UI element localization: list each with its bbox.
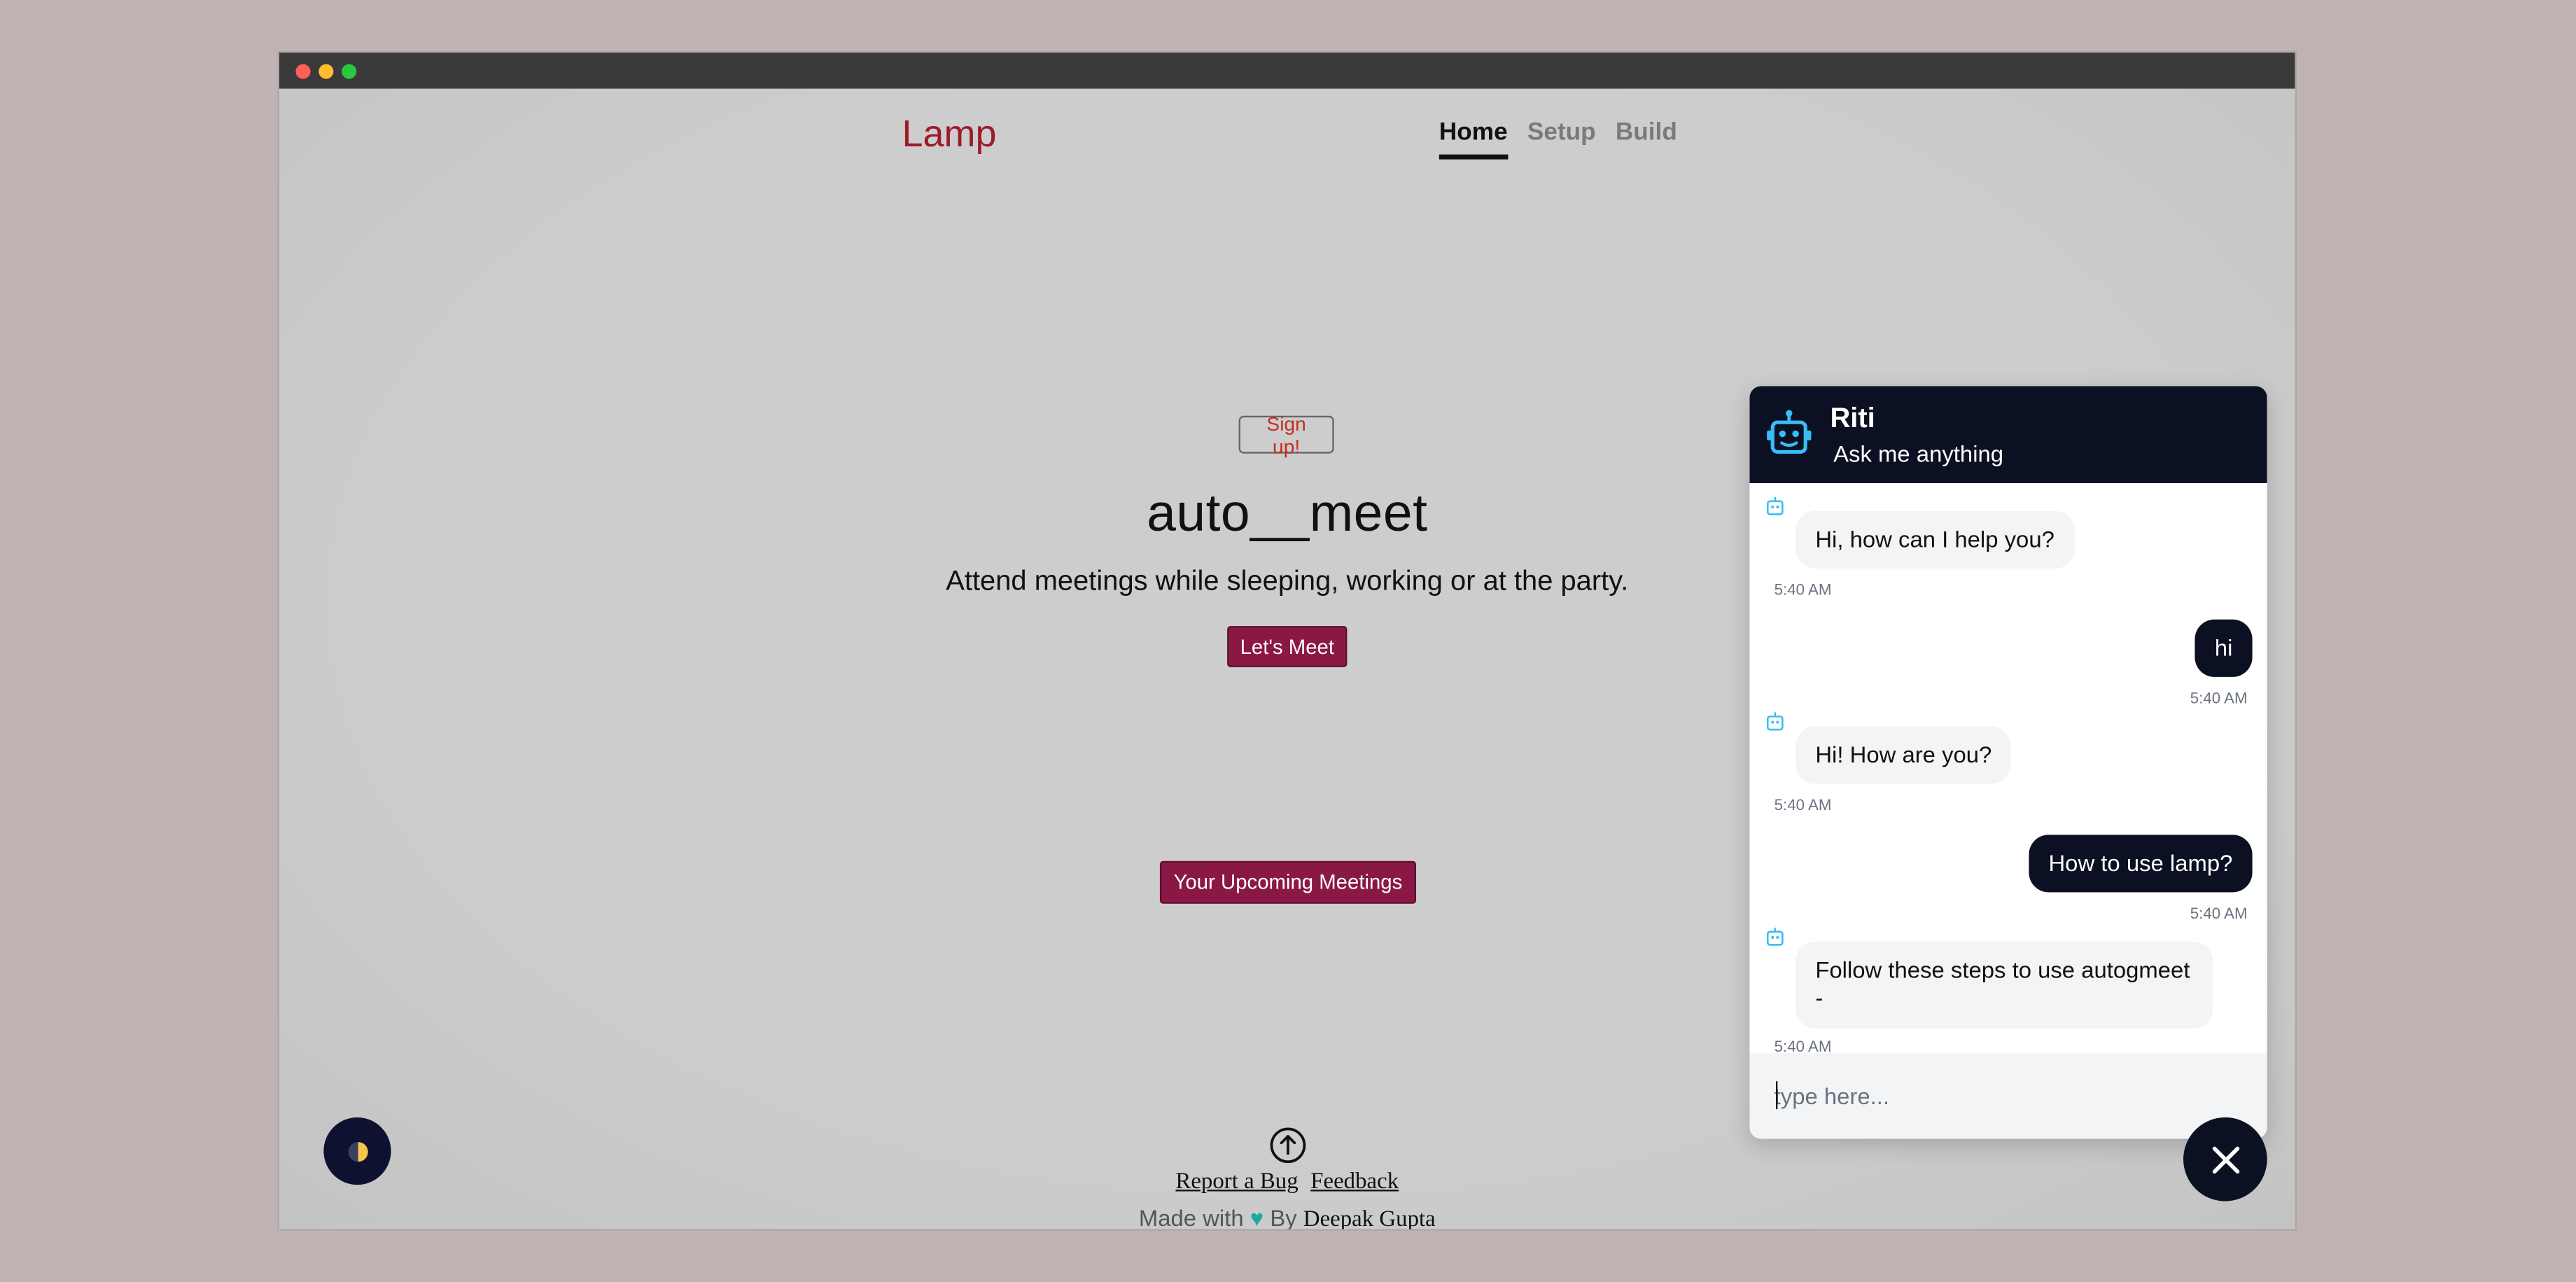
bot-avatar-icon (1766, 712, 1784, 731)
author-name: Deepak Gupta (1303, 1207, 1436, 1229)
window-close-control[interactable] (295, 64, 311, 79)
theme-toggle-button[interactable] (323, 1117, 391, 1185)
window-minimize-control[interactable] (318, 64, 334, 79)
chat-input[interactable] (1774, 1079, 2234, 1113)
chat-message-user: How to use lamp? (2029, 835, 2253, 893)
message-time: 5:40 AM (1774, 797, 1832, 816)
footer-links: Report a Bug Feedback (279, 1170, 2295, 1197)
chat-message-bot: Follow these steps to use autogmeet - (1795, 941, 2213, 1029)
nav-build[interactable]: Build (1616, 118, 1677, 160)
nav-setup[interactable]: Setup (1527, 118, 1596, 160)
chat-message-bot: Hi, how can I help you? (1795, 510, 2075, 569)
message-time: 5:40 AM (1774, 1038, 1832, 1054)
robot-icon (1767, 410, 1812, 454)
chat-messages[interactable]: Hi, how can I help you? 5:40 AM hi 5:40 … (1749, 483, 2267, 1053)
chat-close-button[interactable] (2183, 1117, 2267, 1201)
chat-input-area (1749, 1053, 2267, 1139)
chat-tagline: Ask me anything (1833, 440, 2004, 467)
chat-header: Riti Ask me anything (1749, 386, 2267, 483)
page: Lamp Home Setup Build Sign up! auto__mee… (279, 88, 2295, 1229)
text-caret (1775, 1081, 1778, 1110)
window-maximize-control[interactable] (342, 64, 357, 79)
top-nav: Home Setup Build (1438, 118, 1677, 160)
half-moon-icon (347, 1141, 368, 1162)
close-icon (2211, 1145, 2239, 1173)
stage: Lamp Home Setup Build Sign up! auto__mee… (0, 0, 2576, 1282)
nav-home[interactable]: Home (1438, 118, 1508, 160)
feedback-link[interactable]: Feedback (1310, 1170, 1399, 1194)
browser-window: Lamp Home Setup Build Sign up! auto__mee… (279, 53, 2295, 1229)
window-titlebar (279, 53, 2295, 89)
chat-message-bot: Hi! How are you? (1795, 726, 2012, 784)
message-time: 5:40 AM (1774, 581, 1832, 600)
chat-widget: Riti Ask me anything Hi, how can I help … (1749, 386, 2267, 1139)
report-bug-link[interactable]: Report a Bug (1175, 1170, 1298, 1194)
chat-message-user: hi (2194, 619, 2253, 677)
message-time: 5:40 AM (2190, 905, 2248, 924)
message-time: 5:40 AM (2190, 690, 2248, 709)
made-with-credit: Made with ♥ By Deepak Gupta (279, 1204, 2295, 1229)
brand-logo[interactable]: Lamp (902, 112, 996, 156)
heart-icon: ♥ (1250, 1204, 1264, 1229)
by-text: By (1270, 1204, 1297, 1229)
chat-bot-name: Riti (1830, 402, 1875, 434)
bot-avatar-icon (1766, 496, 1784, 515)
made-with-text: Made with (1138, 1204, 1244, 1229)
signup-button[interactable]: Sign up! (1238, 412, 1334, 458)
upcoming-meetings-button[interactable]: Your Upcoming Meetings (1159, 861, 1417, 904)
lets-meet-button[interactable]: Let's Meet (1227, 626, 1348, 667)
upload-circle-icon[interactable] (1268, 1126, 1308, 1165)
bot-avatar-icon (1766, 927, 1784, 946)
